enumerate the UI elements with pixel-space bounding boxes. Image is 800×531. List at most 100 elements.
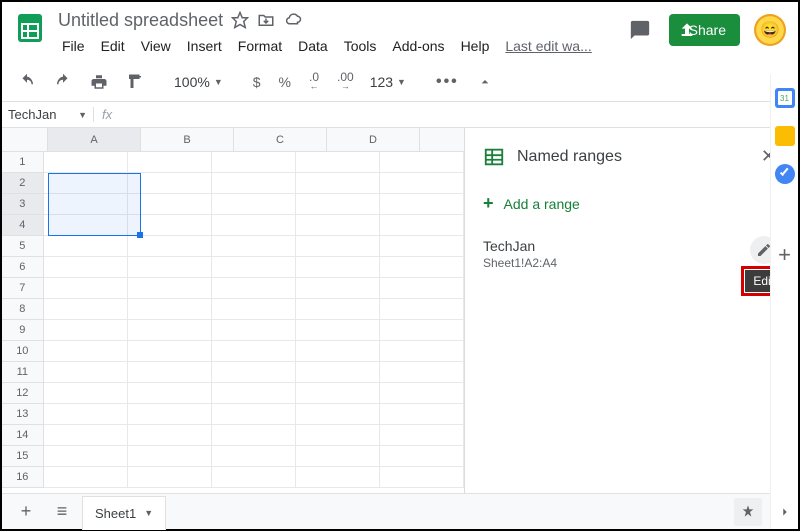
row-header[interactable]: 1 [2,152,44,173]
account-avatar[interactable]: 😄 [754,14,786,46]
calendar-addon-icon[interactable] [775,88,795,108]
cell[interactable] [380,383,464,404]
paint-format-button[interactable] [120,69,150,95]
cell[interactable] [296,341,380,362]
cell[interactable] [128,404,212,425]
cell[interactable] [296,152,380,173]
cell[interactable] [44,194,128,215]
menu-edit[interactable]: Edit [95,34,131,58]
cell[interactable] [44,362,128,383]
menu-file[interactable]: File [56,34,91,58]
cell[interactable] [44,257,128,278]
cloud-status-icon[interactable] [283,11,303,29]
menu-view[interactable]: View [135,34,177,58]
print-button[interactable] [84,69,114,95]
cell[interactable] [296,383,380,404]
cell[interactable] [212,446,296,467]
row-header[interactable]: 14 [2,425,44,446]
cell[interactable] [212,320,296,341]
cell[interactable] [128,152,212,173]
cell[interactable] [380,299,464,320]
all-sheets-button[interactable]: ≡ [46,498,78,526]
cell[interactable] [44,383,128,404]
tasks-addon-icon[interactable] [775,164,795,184]
cell[interactable] [128,215,212,236]
menu-data[interactable]: Data [292,34,334,58]
hide-rail-button[interactable] [778,505,792,519]
cell[interactable] [212,173,296,194]
number-format-dropdown[interactable]: 123▼ [366,70,410,94]
cell[interactable] [128,467,212,488]
decrease-decimal-button[interactable]: .0← [303,69,325,94]
row-header[interactable]: 12 [2,383,44,404]
cell[interactable] [380,404,464,425]
explore-button[interactable] [734,498,762,526]
cell[interactable] [128,362,212,383]
move-icon[interactable] [257,11,275,29]
named-range-item[interactable]: TechJan Sheet1!A2:A4 Edit [465,230,798,278]
cell[interactable] [212,341,296,362]
cell[interactable] [296,278,380,299]
cell[interactable] [128,173,212,194]
add-sheet-button[interactable]: + [10,498,42,526]
cell[interactable] [44,173,128,194]
cell[interactable] [44,278,128,299]
star-icon[interactable] [231,11,249,29]
cell[interactable] [380,446,464,467]
cell[interactable] [296,404,380,425]
column-header[interactable]: A [48,128,141,151]
cell[interactable] [296,425,380,446]
column-header[interactable]: D [327,128,420,151]
collapse-toolbar-button[interactable] [471,70,499,94]
keep-addon-icon[interactable] [775,126,795,146]
row-header[interactable]: 6 [2,257,44,278]
sheets-logo[interactable] [10,8,50,48]
cell[interactable] [296,257,380,278]
cell[interactable] [380,257,464,278]
cell[interactable] [212,152,296,173]
more-toolbar-button[interactable]: ••• [430,69,465,95]
cell[interactable] [212,194,296,215]
cell[interactable] [212,299,296,320]
cell[interactable] [212,278,296,299]
cell[interactable] [212,383,296,404]
cell[interactable] [44,299,128,320]
cell[interactable] [296,299,380,320]
cell[interactable] [128,236,212,257]
cell[interactable] [128,299,212,320]
cell[interactable] [380,236,464,257]
cell[interactable] [380,152,464,173]
cell[interactable] [212,215,296,236]
row-header[interactable]: 11 [2,362,44,383]
row-header[interactable]: 4 [2,215,44,236]
cell[interactable] [296,215,380,236]
row-header[interactable]: 10 [2,341,44,362]
row-header[interactable]: 8 [2,299,44,320]
cell[interactable] [380,278,464,299]
cell[interactable] [380,341,464,362]
menu-help[interactable]: Help [455,34,496,58]
column-header[interactable]: C [234,128,327,151]
spreadsheet-grid[interactable]: A B C D 12345678910111213141516 [2,128,465,525]
cell[interactable] [296,320,380,341]
cell[interactable] [212,467,296,488]
row-header[interactable]: 9 [2,320,44,341]
cell[interactable] [212,425,296,446]
cell[interactable] [44,425,128,446]
cell[interactable] [296,173,380,194]
row-header[interactable]: 3 [2,194,44,215]
cell[interactable] [128,320,212,341]
row-header[interactable]: 13 [2,404,44,425]
cell[interactable] [296,194,380,215]
select-all-corner[interactable] [2,128,48,151]
menu-insert[interactable]: Insert [181,34,228,58]
comments-button[interactable] [625,15,655,45]
row-header[interactable]: 7 [2,278,44,299]
redo-button[interactable] [48,69,78,95]
cell[interactable] [380,362,464,383]
row-header[interactable]: 2 [2,173,44,194]
menu-format[interactable]: Format [232,34,288,58]
cell[interactable] [296,446,380,467]
row-header[interactable]: 16 [2,467,44,488]
document-title[interactable]: Untitled spreadsheet [58,10,223,31]
